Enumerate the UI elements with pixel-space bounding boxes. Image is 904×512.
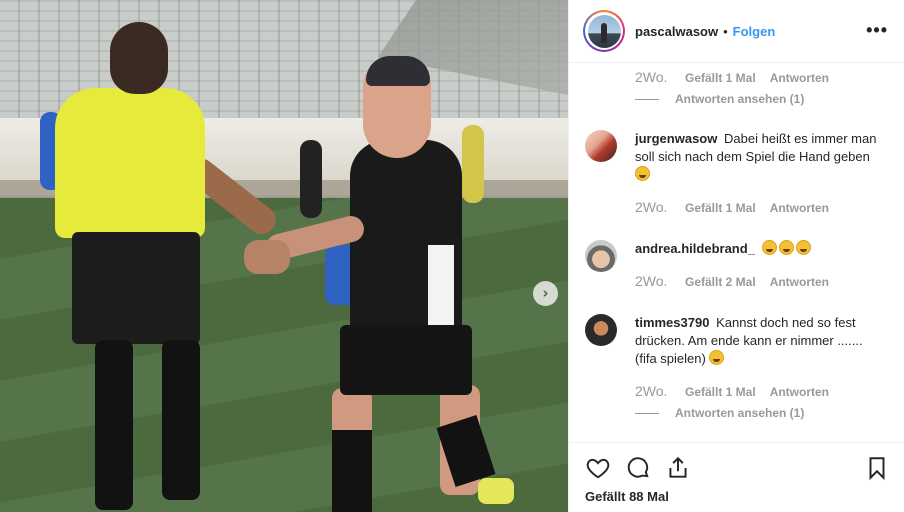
follow-button[interactable]: Folgen: [733, 24, 776, 39]
comment-age: 2Wo.: [635, 383, 668, 399]
comment-avatar[interactable]: [585, 130, 617, 162]
comment-item: jurgenwasow Dabei heißt es immer man sol…: [585, 130, 885, 216]
comment-username[interactable]: andrea.hildebrand_: [635, 241, 755, 256]
likes-count[interactable]: Gefällt 88 Mal: [585, 489, 669, 504]
player-sock: [332, 430, 372, 512]
next-image-button[interactable]: ›: [533, 281, 558, 306]
reply-button[interactable]: Antworten: [770, 273, 829, 291]
bookmark-icon[interactable]: [864, 455, 890, 481]
comment-username[interactable]: jurgenwasow: [635, 131, 717, 146]
background-player: [462, 125, 484, 203]
view-replies-label: Antworten ansehen (1): [675, 406, 805, 420]
referee-leg: [162, 340, 200, 500]
comment-avatar[interactable]: [585, 240, 617, 272]
post-actions: Gefällt 88 Mal: [569, 442, 904, 512]
laughing-emoji-icon: [761, 240, 777, 255]
player-shoe: [478, 478, 514, 504]
reply-button[interactable]: Antworten: [770, 199, 829, 217]
chevron-right-icon: ›: [542, 284, 549, 302]
divider-line: [635, 412, 659, 414]
referee-shorts: [72, 232, 200, 344]
comment-meta: 2Wo. Gefällt 1 Mal Antworten: [635, 198, 885, 216]
comment-meta: 2Wo. Gefällt 1 Mal Antworten: [635, 68, 885, 86]
comment-likes[interactable]: Gefällt 1 Mal: [685, 69, 756, 87]
profile-picture: [587, 14, 621, 48]
reply-button[interactable]: Antworten: [770, 69, 829, 87]
comment-age: 2Wo.: [635, 69, 668, 85]
more-options-icon[interactable]: •••: [866, 21, 888, 39]
divider-line: [635, 98, 659, 100]
avatar-border: [585, 12, 623, 50]
comment-likes[interactable]: Gefällt 1 Mal: [685, 199, 756, 217]
view-replies-button[interactable]: Antworten ansehen (1): [635, 90, 885, 108]
comment-likes[interactable]: Gefällt 1 Mal: [685, 383, 756, 401]
comment-icon[interactable]: [625, 455, 651, 481]
comment-meta: 2Wo. Gefällt 1 Mal Antworten: [635, 382, 885, 400]
comments-list[interactable]: 2Wo. Gefällt 1 Mal Antworten Antworten a…: [569, 63, 904, 442]
comment-item: 2Wo. Gefällt 1 Mal Antworten Antworten a…: [585, 68, 885, 108]
comment-age: 2Wo.: [635, 273, 668, 289]
comment-item: andrea.hildebrand_ 2Wo. Gefällt 2 Mal An…: [585, 240, 885, 290]
comment-item: timmes3790 Kannst doch ned so fest drück…: [585, 314, 885, 422]
comment-meta: 2Wo. Gefällt 2 Mal Antworten: [635, 272, 885, 290]
laughing-emoji-icon: [795, 240, 811, 255]
laughing-emoji-icon: [709, 350, 725, 365]
handshake: [244, 240, 290, 274]
reply-button[interactable]: Antworten: [770, 383, 829, 401]
background-player: [300, 140, 322, 218]
view-replies-label: Antworten ansehen (1): [675, 92, 805, 106]
heart-icon[interactable]: [585, 455, 611, 481]
thinking-emoji-icon: [635, 166, 650, 181]
player-jersey-stripe: [428, 245, 454, 335]
referee-shirt: [55, 88, 205, 238]
player-shorts: [340, 325, 472, 395]
avatar[interactable]: [583, 10, 625, 52]
player-hair: [366, 56, 430, 86]
laughing-emoji-icon: [778, 240, 794, 255]
author-username[interactable]: pascalwasow: [635, 24, 718, 39]
instagram-post: › pascalwasow • Folgen ••• 2Wo. Gefällt …: [0, 0, 904, 512]
comment-age: 2Wo.: [635, 199, 668, 215]
share-icon[interactable]: [665, 455, 691, 481]
referee-head: [110, 22, 168, 94]
referee-leg: [95, 340, 133, 510]
view-replies-button[interactable]: Antworten ansehen (1): [635, 404, 885, 422]
post-photo[interactable]: ›: [0, 0, 568, 512]
comment-avatar[interactable]: [585, 314, 617, 346]
comment-likes[interactable]: Gefällt 2 Mal: [685, 273, 756, 291]
post-header: pascalwasow • Folgen •••: [569, 0, 904, 63]
comment-username[interactable]: timmes3790: [635, 315, 709, 330]
separator-dot: •: [723, 23, 728, 39]
post-sidebar: pascalwasow • Folgen ••• 2Wo. Gefällt 1 …: [568, 0, 904, 512]
